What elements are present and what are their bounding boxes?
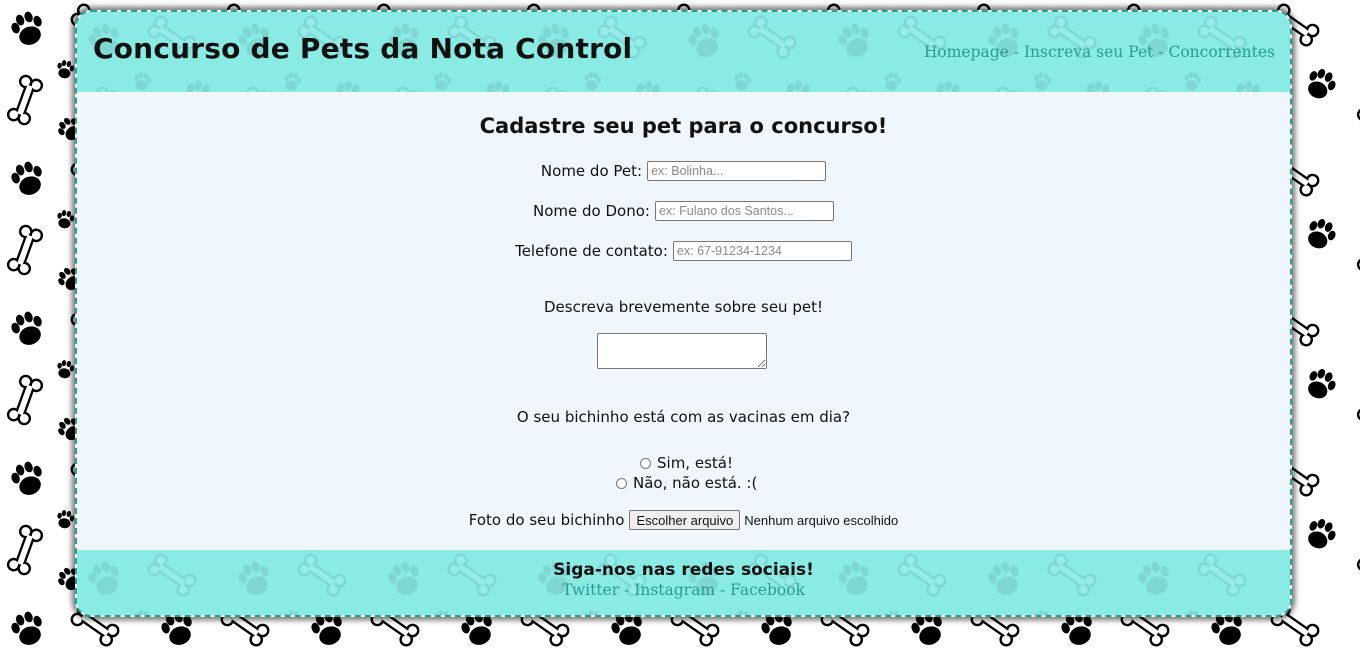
vaccine-option-no[interactable]: Não, não está. :( <box>616 474 757 492</box>
owner-name-label: Nome do Dono: <box>533 202 650 220</box>
phone-input[interactable] <box>672 241 852 261</box>
photo-label: Foto do seu bichinho <box>468 511 625 529</box>
description-label-row: Descreva brevemente sobre seu pet! <box>77 298 1290 316</box>
nav-link-inscreva[interactable]: Inscreva seu Pet <box>1024 43 1153 61</box>
choose-file-button[interactable]: Escolher arquivo <box>629 510 741 530</box>
social-link-instagram[interactable]: Instagram <box>634 581 715 599</box>
owner-name-input[interactable] <box>654 201 834 221</box>
vaccine-no-radio[interactable] <box>616 477 627 489</box>
social-separator: - <box>624 581 635 599</box>
vaccine-yes-label: Sim, está! <box>657 454 733 472</box>
social-link-facebook[interactable]: Facebook <box>730 581 805 599</box>
nav-separator: - <box>1158 43 1169 61</box>
vaccine-question-row: O seu bichinho está com as vacinas em di… <box>77 408 1290 426</box>
site-title: Concurso de Pets da Nota Control <box>93 32 633 65</box>
pet-name-row: Nome do Pet: <box>77 161 1290 181</box>
form-title: Cadastre seu pet para o concurso! <box>479 114 888 138</box>
vaccine-no-label: Não, não está. :( <box>633 474 758 492</box>
social-links: Twitter - Instagram - Facebook <box>77 581 1290 599</box>
photo-row: Foto do seu bichinho Escolher arquivo Ne… <box>77 510 1290 530</box>
footer: Siga-nos nas redes sociais! Twitter - In… <box>77 550 1290 615</box>
file-status: Nenhum arquivo escolhido <box>744 512 899 528</box>
phone-row: Telefone de contato: <box>77 241 1290 261</box>
nav-separator: - <box>1013 43 1024 61</box>
social-link-twitter[interactable]: Twitter <box>562 581 619 599</box>
pet-name-input[interactable] <box>647 161 827 181</box>
description-label: Descreva brevemente sobre seu pet! <box>544 298 823 316</box>
description-textarea[interactable] <box>597 333 767 369</box>
vaccine-question: O seu bichinho está com as vacinas em di… <box>516 408 851 426</box>
pet-name-label: Nome do Pet: <box>540 162 643 180</box>
header: Concurso de Pets da Nota Control Homepag… <box>77 12 1290 92</box>
nav-link-concorrentes[interactable]: Concorrentes <box>1168 43 1275 61</box>
vaccine-option-yes[interactable]: Sim, está! <box>640 454 733 472</box>
nav-link-homepage[interactable]: Homepage <box>924 43 1009 61</box>
vaccine-yes-radio[interactable] <box>640 457 651 469</box>
social-separator: - <box>719 581 731 599</box>
owner-name-row: Nome do Dono: <box>77 201 1290 221</box>
page-card: Concurso de Pets da Nota Control Homepag… <box>75 10 1292 617</box>
registration-form: Cadastre seu pet para o concurso! Nome d… <box>77 92 1290 550</box>
footer-title: Siga-nos nas redes sociais! <box>553 560 814 580</box>
phone-label: Telefone de contato: <box>515 242 668 260</box>
main-nav: Homepage - Inscreva seu Pet - Concorrent… <box>924 43 1275 61</box>
